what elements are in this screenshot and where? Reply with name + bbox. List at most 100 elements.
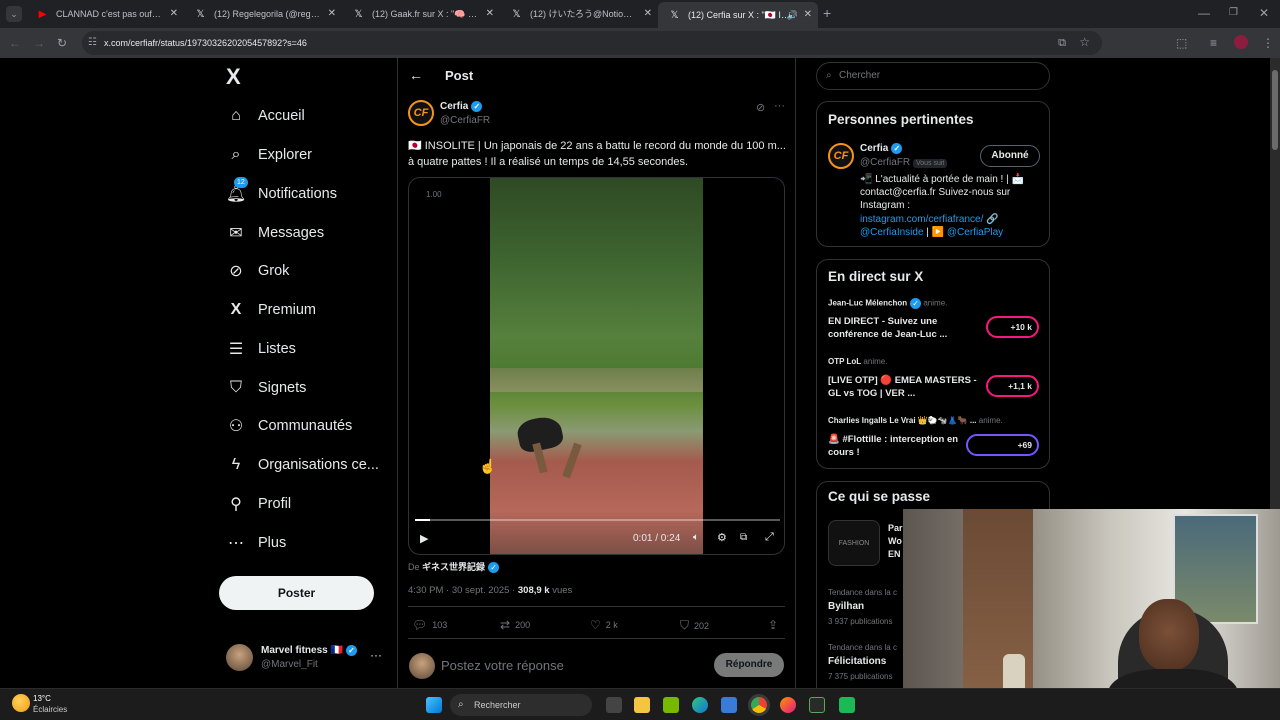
close-icon[interactable]: ✕ — [644, 3, 652, 25]
nav-item-organisations[interactable]: ϟ Organisations ce... — [226, 452, 379, 478]
grok-icon: ⊘ — [229, 263, 243, 280]
tab-gaak[interactable]: 𝕏 (12) Gaak.fr sur X : "🧠 La n ✕ — [342, 3, 500, 25]
forward-icon[interactable]: → — [33, 36, 45, 50]
live-item[interactable]: Jean-Luc Mélenchon ✓ anime. EN DIRECT - S… — [828, 298, 1042, 348]
nav-item-grok[interactable]: ⊘ Grok — [226, 258, 289, 284]
nav-label: Explorer — [258, 147, 312, 163]
repost-action[interactable]: ⇄ 200 — [500, 618, 530, 632]
follow-button[interactable]: Abonné — [980, 145, 1040, 167]
bookmark-action[interactable]: ⛉ 202 — [680, 618, 709, 633]
nav-item-listes[interactable]: ☰ Listes — [226, 336, 296, 362]
store-icon[interactable] — [721, 697, 737, 713]
taskbar-search[interactable]: ⌕ Rechercher — [450, 694, 592, 716]
tab-regelegorila[interactable]: 𝕏 (12) Regelegorila (@regelegorila) ✕ — [184, 3, 342, 25]
url-input[interactable]: ☷ x.com/cerfiafr/status/1973032620205457… — [82, 31, 1102, 55]
task-view-icon[interactable] — [606, 697, 622, 713]
like-action[interactable]: ♡ 2 k — [590, 618, 618, 632]
minimize-icon[interactable]: — — [1198, 6, 1210, 20]
firefox-icon[interactable] — [780, 697, 796, 713]
settings-gear-icon[interactable]: ⚙ — [717, 531, 727, 544]
tab-search-icon[interactable]: ⌄ — [6, 6, 22, 22]
trend-thumbnail[interactable]: FASHION — [828, 520, 880, 566]
author-avatar[interactable]: CF — [408, 100, 434, 126]
reading-list-icon[interactable]: ≡ — [1210, 36, 1217, 50]
chrome-icon[interactable] — [751, 697, 767, 713]
close-icon[interactable]: ✕ — [486, 3, 494, 25]
scrollbar-thumb[interactable] — [1272, 70, 1278, 150]
streaming-app-icon[interactable] — [839, 697, 855, 713]
x-logo-icon: 𝕏 — [512, 9, 521, 20]
back-arrow-icon[interactable]: ← — [409, 67, 423, 83]
weather-temp[interactable]: 13°C — [33, 694, 51, 703]
close-icon[interactable]: ✕ — [328, 3, 336, 25]
more-dots-icon[interactable]: ··· — [370, 648, 382, 662]
profile-avatar-icon[interactable] — [1234, 35, 1248, 49]
restore-icon[interactable]: ❐ — [1229, 6, 1238, 20]
tab-keitaro[interactable]: 𝕏 (12) けいたろう@Notion公式アンバ ✕ — [500, 3, 658, 25]
nav-item-messages[interactable]: ✉ Messages — [226, 220, 324, 246]
back-icon[interactable]: ← — [9, 36, 21, 50]
nav-item-explorer[interactable]: ⌕ Explorer — [226, 142, 312, 168]
post-button[interactable]: Poster — [219, 576, 374, 610]
nav-item-profil[interactable]: ⚲ Profil — [226, 491, 291, 517]
menu-dots-icon[interactable]: ⋮ — [1262, 36, 1274, 50]
close-icon[interactable]: ✕ — [170, 3, 178, 25]
close-icon[interactable]: ✕ — [804, 2, 812, 28]
more-dots-icon[interactable]: ··· — [774, 100, 785, 112]
live-item[interactable]: Charlies Ingalls Le Vrai 👑🐑🐄👗🐂 ... anime… — [828, 416, 1042, 466]
window-close-icon[interactable]: ✕ — [1259, 6, 1269, 20]
x-logo-icon: 𝕏 — [196, 9, 205, 20]
author-name[interactable]: Cerfia ✓ — [440, 101, 483, 112]
trend-name[interactable]: Byilhan — [828, 601, 864, 612]
video-player[interactable]: 1.00 ▶ 0:01 / 0:24 🔈︎ ⚙ ⧉ ⤢ — [408, 177, 785, 555]
extensions-icon[interactable]: ⬚ — [1176, 36, 1187, 50]
nav-item-accueil[interactable]: ⌂ Accueil — [226, 103, 305, 129]
x-logo[interactable]: X — [226, 64, 241, 90]
weather-icon[interactable] — [12, 694, 30, 712]
nav-item-communautes[interactable]: ⚇ Communautés — [226, 413, 352, 439]
reply-action[interactable]: 💬︎ 103 — [412, 618, 447, 632]
tab-cerfia[interactable]: 𝕏 (12) Cerfia sur X : "🇯🇵 INSOLITE 🔊 ✕ — [658, 2, 818, 28]
trend-headline[interactable]: Par Wo EN — [888, 522, 904, 561]
nav-item-plus[interactable]: ⋯ Plus — [226, 530, 286, 556]
new-tab-icon[interactable]: + — [823, 6, 831, 20]
fullscreen-icon[interactable]: ⤢ — [765, 531, 774, 544]
search-icon: ⌕ — [458, 699, 464, 710]
windows-start-icon[interactable] — [426, 697, 442, 713]
share-action[interactable]: ⇪ — [768, 618, 783, 632]
account-switcher[interactable]: Marvel fitness 🇫🇷 ✓ @Marvel_Fit ··· — [226, 644, 396, 674]
bookmark-star-icon[interactable]: ☆ — [1079, 35, 1090, 49]
reply-input[interactable]: Postez votre réponse — [441, 658, 564, 673]
cast-icon[interactable]: ⧉ — [1058, 36, 1066, 50]
site-info-icon[interactable]: ☷ — [88, 36, 97, 50]
tab-clannad[interactable]: ▶ CLANNAD c'est pas ouf ! - YouTube ✕ — [26, 3, 184, 25]
edge-icon[interactable] — [692, 697, 708, 713]
bell-icon: 🔔︎ 12 — [225, 177, 248, 203]
file-explorer-icon[interactable] — [634, 697, 650, 713]
nav-item-premium[interactable]: X Premium — [226, 297, 316, 323]
weather-desc[interactable]: Éclaircies — [33, 705, 67, 714]
relevant-name[interactable]: Cerfia ✓ — [860, 143, 903, 154]
trend-name[interactable]: Félicitations — [828, 656, 886, 667]
speaker-icon[interactable]: 🔊 — [787, 2, 798, 28]
author-handle[interactable]: @CerfiaFR — [440, 115, 490, 126]
grok-icon[interactable]: ⊘ — [756, 101, 765, 114]
account-name: Marvel fitness 🇫🇷 ✓ — [261, 645, 357, 656]
cerfia-avatar[interactable]: CF — [828, 143, 854, 169]
cerfia-play-link[interactable]: @CerfiaPlay — [947, 227, 1003, 238]
nvidia-icon[interactable] — [663, 697, 679, 713]
play-icon[interactable]: ▶ — [420, 532, 428, 545]
tab-title: (12) Gaak.fr sur X : "🧠 La n — [372, 9, 486, 19]
nav-item-notifications[interactable]: 🔔︎ 12 Notifications — [225, 177, 337, 207]
nav-item-signets[interactable]: ⛉ Signets — [226, 375, 306, 401]
reload-icon[interactable]: ↻ — [57, 36, 67, 50]
search-input[interactable]: ⌕ Chercher — [816, 62, 1050, 90]
pip-icon[interactable]: ⧉ — [740, 532, 747, 543]
video-progress-track[interactable] — [415, 519, 780, 521]
live-item[interactable]: OTP LoL anime. [LIVE OTP] 🔴 EMEA MASTERS… — [828, 357, 1042, 407]
reply-button[interactable]: Répondre — [714, 653, 784, 677]
app-icon[interactable] — [809, 697, 825, 713]
cerfia-inside-link[interactable]: @CerfiaInside — [860, 227, 924, 238]
instagram-link[interactable]: instagram.com/cerfiafrance/ — [860, 214, 983, 225]
volume-icon[interactable]: 🔈︎ — [693, 532, 699, 543]
